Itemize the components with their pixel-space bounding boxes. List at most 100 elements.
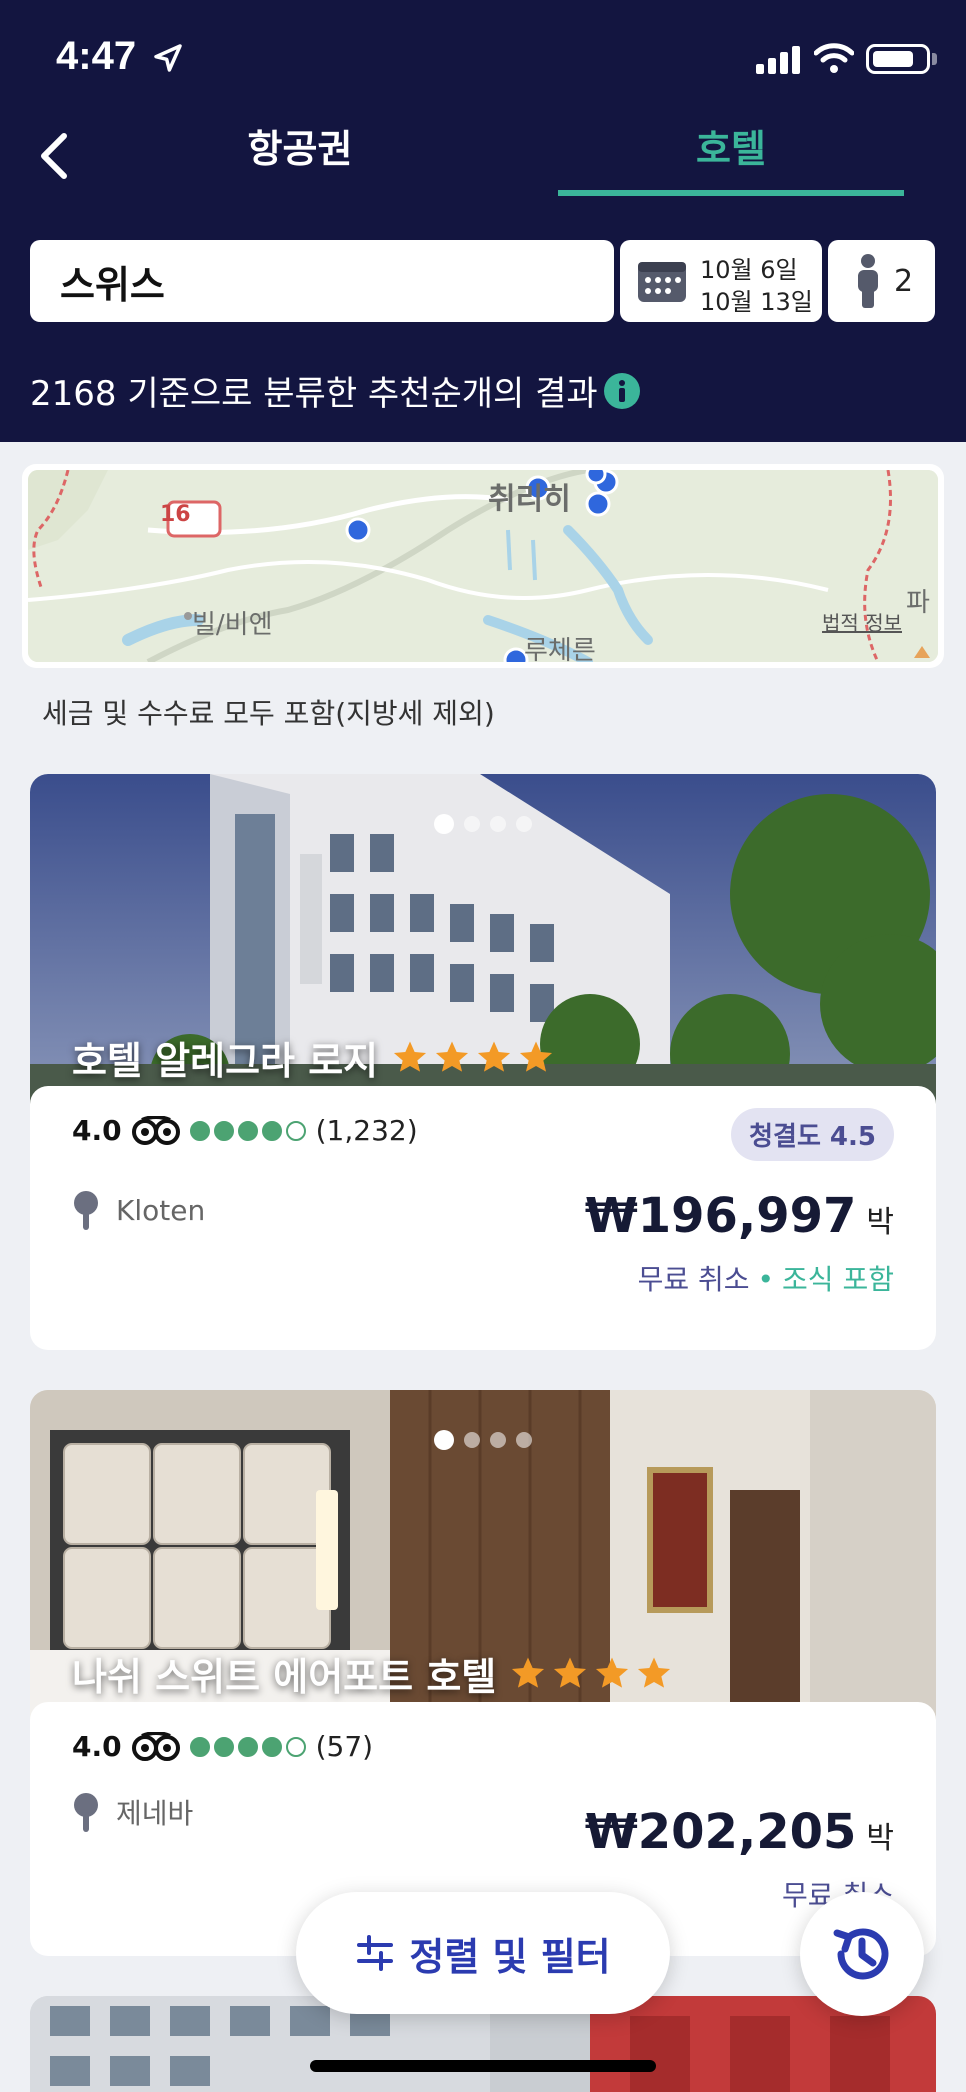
- pagination-dot: [516, 816, 532, 832]
- star-icon: [520, 1041, 553, 1072]
- photo-pagination: [434, 1430, 532, 1450]
- rating-bubble-filled: [261, 1736, 282, 1757]
- map-preview[interactable]: 16 취리히 빌/비엔 루체른 파 법적 정보: [22, 464, 944, 668]
- hotel-perks: 무료 취소 • 조식 포함: [638, 1258, 894, 1298]
- sliders-icon: [357, 1935, 394, 1971]
- rating-bubble-filled: [189, 1120, 210, 1141]
- results-summary: 2168 기준으로 분류한 추천순개의 결과: [30, 366, 640, 415]
- date-selector[interactable]: 10월 6일 10월 13일: [620, 240, 822, 322]
- hotel-info-panel: 4.0 (1,232) 청결도 4.5 Kloten ₩196,997 박 무료…: [30, 1086, 936, 1332]
- price-amount: ₩202,205: [584, 1804, 857, 1860]
- pagination-dot: [516, 1432, 532, 1448]
- pagination-dot: [490, 1432, 506, 1448]
- rating-bubble-filled: [213, 1736, 234, 1757]
- battery-icon: [866, 44, 930, 74]
- star-icon: [554, 1657, 587, 1688]
- guest-count: 2: [894, 264, 914, 299]
- header: 4:47 항공권 호텔 스위스 10월 6일 10월 13일 2 2168 기준…: [0, 0, 966, 442]
- map-label-lucerne: 루체른: [524, 636, 596, 662]
- price-unit: 박: [866, 1205, 894, 1240]
- rating-bubble-filled: [189, 1736, 210, 1757]
- tripadvisor-rating: 4.0 (57): [72, 1730, 373, 1763]
- photo-pagination: [434, 814, 532, 834]
- hotel-star-rating: [392, 1040, 554, 1076]
- battery-tip: [932, 53, 937, 65]
- rating-bubble-filled: [213, 1120, 234, 1141]
- hotel-star-rating: [510, 1656, 672, 1692]
- location-pin-icon: [74, 1191, 98, 1230]
- free-cancellation: 무료 취소: [637, 1263, 750, 1296]
- hotel-location: Kloten: [72, 1190, 205, 1230]
- map-label-biel: 빌/비엔: [192, 610, 273, 640]
- hotel-card[interactable]: 호텔 알레그라 로지 4.0 (1,232) 청결도 4.5 Kloten ₩1…: [30, 774, 936, 1350]
- star-icon: [596, 1657, 629, 1688]
- hotel-name-row: 호텔 알레그라 로지: [72, 1030, 554, 1085]
- destination-field[interactable]: 스위스: [30, 240, 614, 322]
- rating-score: 4.0: [72, 1114, 122, 1147]
- tab-flights[interactable]: 항공권: [190, 118, 410, 173]
- home-indicator: [310, 2060, 656, 2072]
- tax-note: 세금 및 수수료 모두 포함(지방세 제외): [42, 697, 495, 730]
- results-text: 2168 기준으로 분류한 추천순개의 결과: [30, 374, 598, 414]
- star-icon: [512, 1657, 545, 1688]
- map-legal-link[interactable]: 법적 정보: [822, 607, 902, 636]
- pagination-dot-active: [434, 1430, 454, 1450]
- rating-bubble-filled: [261, 1120, 282, 1141]
- guest-selector[interactable]: 2: [828, 240, 935, 322]
- hotel-price: ₩202,205 박: [585, 1804, 894, 1860]
- person-icon: [858, 254, 878, 308]
- destination-value: 스위스: [60, 262, 165, 307]
- location-name: Kloten: [116, 1193, 206, 1227]
- hotel-name: 나쉬 스위트 에어포트 호텔: [72, 1655, 497, 1699]
- cleanliness-badge: 청결도 4.5: [731, 1108, 894, 1161]
- review-count: (57): [315, 1730, 374, 1763]
- hotel-name-row: 나쉬 스위트 에어포트 호텔: [72, 1646, 672, 1701]
- hotel-photo[interactable]: 나쉬 스위트 에어포트 호텔: [30, 1390, 936, 1720]
- cellular-signal-icon: [756, 46, 800, 74]
- rating-bubble-empty: [285, 1736, 306, 1757]
- map-label-edge: 파: [906, 588, 930, 618]
- info-icon[interactable]: [603, 372, 640, 409]
- hotel-name: 호텔 알레그라 로지: [72, 1039, 379, 1083]
- pagination-dot: [464, 816, 480, 832]
- check-in-date: 10월 6일: [700, 256, 798, 284]
- hotel-photo[interactable]: 호텔 알레그라 로지: [30, 774, 936, 1104]
- breakfast-included: 조식 포함: [782, 1263, 894, 1296]
- tripadvisor-rating: 4.0 (1,232): [72, 1114, 418, 1147]
- tab-active-indicator: [558, 190, 904, 196]
- location-arrow-icon: [154, 44, 182, 72]
- rating-bubbles: [189, 1120, 306, 1141]
- star-icon: [394, 1041, 427, 1072]
- recent-history-button[interactable]: [800, 1892, 924, 2016]
- pagination-dot: [464, 1432, 480, 1448]
- location-pin-icon: [74, 1793, 98, 1832]
- location-name: 제네바: [116, 1797, 194, 1830]
- status-time: 4:47: [56, 34, 137, 78]
- rating-bubbles: [189, 1736, 306, 1757]
- back-chevron-icon[interactable]: [30, 128, 80, 184]
- map-label-zurich: 취리히: [488, 482, 571, 517]
- review-count: (1,232): [315, 1114, 418, 1147]
- star-icon: [436, 1041, 469, 1072]
- pagination-dot: [490, 816, 506, 832]
- hotel-location: 제네바: [72, 1792, 193, 1832]
- check-out-date: 10월 13일: [700, 288, 813, 316]
- road-number-label: 16: [160, 502, 191, 527]
- rating-bubble-filled: [237, 1120, 258, 1141]
- status-bar: 4:47: [0, 0, 966, 110]
- rating-score: 4.0: [72, 1730, 122, 1763]
- history-icon: [833, 1928, 889, 1980]
- rating-bubble-filled: [237, 1736, 258, 1757]
- tripadvisor-owl-icon: [131, 1115, 180, 1145]
- map-canvas[interactable]: 16 취리히 빌/비엔 루체른 파 법적 정보: [28, 470, 938, 662]
- rating-bubble-empty: [285, 1120, 306, 1141]
- sort-filter-button[interactable]: 정렬 및 필터: [296, 1892, 670, 2014]
- price-amount: ₩196,997: [584, 1188, 857, 1244]
- tripadvisor-owl-icon: [131, 1731, 180, 1761]
- hotel-card[interactable]: 나쉬 스위트 에어포트 호텔 4.0 (57) 제네바 ₩202,205 박 무…: [30, 1390, 936, 1956]
- hotel-price: ₩196,997 박: [585, 1188, 894, 1244]
- tab-hotels[interactable]: 호텔: [558, 118, 904, 173]
- perk-separator: •: [757, 1263, 775, 1296]
- map-graphics: [28, 470, 938, 662]
- calendar-icon: [638, 262, 686, 302]
